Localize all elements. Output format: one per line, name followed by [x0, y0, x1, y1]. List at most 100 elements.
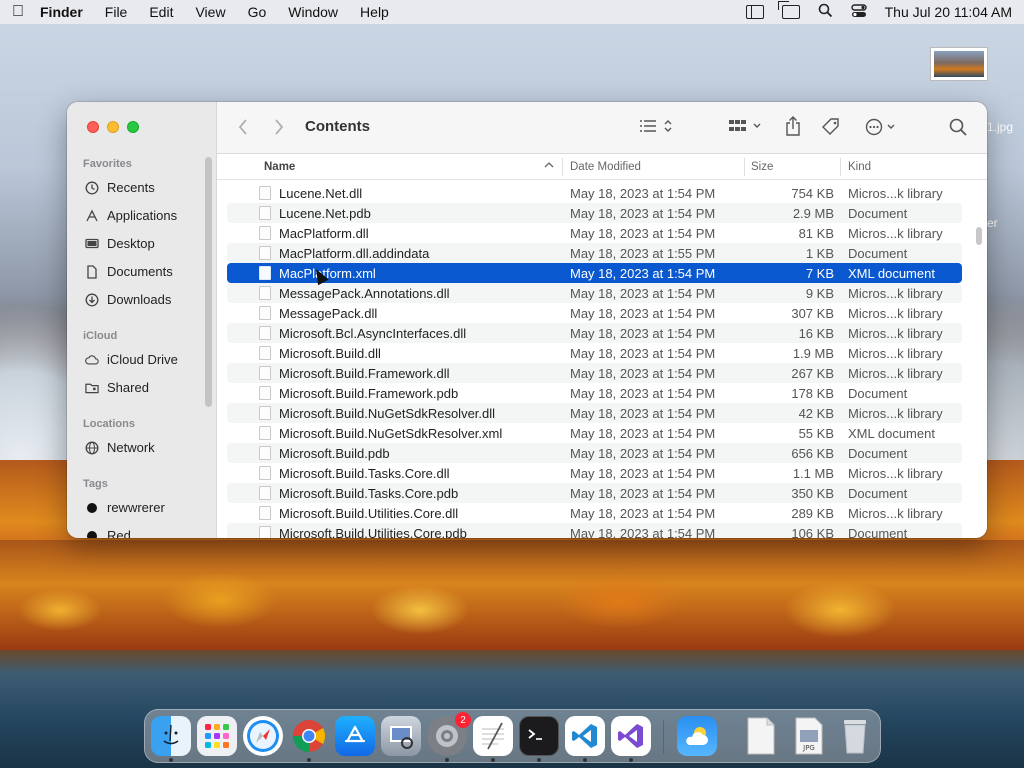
desktop-file-label-2[interactable]: er [987, 216, 998, 230]
apple-menu-icon[interactable]:  [12, 3, 40, 21]
desktop-image-file-icon[interactable] [930, 47, 988, 81]
weather-icon[interactable] [677, 716, 717, 756]
file-icon [259, 486, 271, 500]
zoom-button[interactable] [127, 121, 139, 133]
sort-ascending-icon[interactable] [544, 160, 554, 172]
file-icon [259, 266, 271, 280]
safari-icon[interactable] [243, 716, 283, 756]
chrome-icon[interactable] [289, 716, 329, 756]
file-size: 754 KB [791, 186, 834, 201]
list-scrollbar[interactable] [976, 227, 982, 245]
column-header-kind[interactable]: Kind [848, 161, 871, 173]
sidebar-item-applications[interactable]: Applications [85, 208, 177, 223]
file-row[interactable]: MacPlatform.dll.addindata May 18, 2023 at… [227, 243, 962, 263]
file-row[interactable]: Microsoft.Build.Tasks.Core.pdb May 18, 20… [227, 483, 962, 503]
file-row[interactable]: Microsoft.Build.NuGetSdkResolver.xml May … [227, 423, 962, 443]
sidebar-item-downloads[interactable]: Downloads [85, 292, 171, 307]
file-name: Microsoft.Build.NuGetSdkResolver.dll [279, 406, 496, 421]
stage-manager-icon[interactable] [745, 5, 764, 19]
column-header-date[interactable]: Date Modified [570, 161, 641, 173]
file-icon [259, 466, 271, 480]
app-store-icon[interactable] [335, 716, 375, 756]
spotlight-search-icon[interactable] [818, 3, 833, 21]
share-icon[interactable] [785, 116, 801, 140]
file-name: MacPlatform.dll [279, 226, 369, 241]
visual-studio-icon[interactable] [611, 716, 651, 756]
desktop-file-label[interactable]: 1.jpg [987, 120, 1013, 134]
launchpad-icon[interactable] [197, 716, 237, 756]
file-row[interactable]: Microsoft.Build.Framework.dll May 18, 202… [227, 363, 962, 383]
file-date-modified: May 18, 2023 at 1:54 PM [570, 346, 716, 361]
sidebar-item-tag-red[interactable]: Red [85, 528, 131, 538]
sidebar-item-documents[interactable]: Documents [85, 264, 173, 279]
sidebar-item-recents[interactable]: Recents [85, 180, 155, 195]
more-actions-icon[interactable] [865, 118, 899, 140]
finder-icon[interactable] [151, 716, 191, 756]
sidebar-item-icloud-drive[interactable]: iCloud Drive [85, 352, 178, 367]
back-button[interactable] [237, 118, 249, 142]
file-kind: Document [848, 206, 908, 221]
tag-color-dot-icon [87, 530, 97, 538]
sidebar-item-network[interactable]: Network [85, 440, 155, 455]
sidebar-scrollbar[interactable] [205, 157, 212, 407]
sidebar-item-desktop[interactable]: Desktop [85, 236, 155, 251]
list-header: Name Date Modified Size Kind [217, 154, 987, 180]
desktop-icon [85, 237, 99, 251]
file-row[interactable]: Lucene.Net.dll May 18, 2023 at 1:54 PM 754… [227, 183, 962, 203]
preview-icon[interactable] [381, 716, 421, 756]
column-header-name[interactable]: Name [264, 161, 295, 173]
trash-icon[interactable] [835, 716, 875, 756]
file-icon [259, 186, 271, 200]
file-row[interactable]: MessagePack.Annotations.dll May 18, 2023 … [227, 283, 962, 303]
screen-mirroring-icon[interactable] [777, 1, 800, 19]
column-divider[interactable] [744, 158, 745, 176]
file-row[interactable]: MacPlatform.dll May 18, 2023 at 1:54 PM 81… [227, 223, 962, 243]
sidebar-item-label: Network [107, 440, 155, 455]
list-view-icon[interactable] [639, 118, 675, 138]
group-by-icon[interactable] [728, 118, 764, 138]
column-divider[interactable] [562, 158, 563, 176]
file-row[interactable]: Microsoft.Build.pdb May 18, 2023 at 1:54 … [227, 443, 962, 463]
menu-help[interactable]: Help [360, 4, 389, 20]
file-row[interactable]: MessagePack.dll May 18, 2023 at 1:54 PM 30… [227, 303, 962, 323]
menu-app-name[interactable]: Finder [40, 4, 83, 20]
file-row[interactable]: Microsoft.Build.Utilities.Core.dll May 18… [227, 503, 962, 523]
file-kind: Micros...k library [848, 346, 943, 361]
file-row[interactable]: MacPlatform.xml May 18, 2023 at 1:54 PM 7 … [227, 263, 962, 283]
file-date-modified: May 18, 2023 at 1:54 PM [570, 486, 716, 501]
file-row[interactable]: Microsoft.Build.Framework.pdb May 18, 202… [227, 383, 962, 403]
download-icon [85, 293, 99, 307]
document-icon[interactable] [741, 716, 781, 756]
file-row[interactable]: Microsoft.Build.Utilities.Core.pdb May 18… [227, 523, 962, 538]
file-name: Microsoft.Build.Utilities.Core.dll [279, 506, 459, 521]
file-row[interactable]: Lucene.Net.pdb May 18, 2023 at 1:54 PM 2.9… [227, 203, 962, 223]
sidebar-item-shared[interactable]: Shared [85, 380, 149, 395]
file-date-modified: May 18, 2023 at 1:54 PM [570, 526, 716, 538]
column-divider[interactable] [840, 158, 841, 176]
file-row[interactable]: Microsoft.Build.NuGetSdkResolver.dll May … [227, 403, 962, 423]
close-button[interactable] [87, 121, 99, 133]
search-icon[interactable] [949, 118, 967, 140]
file-size: 307 KB [791, 306, 834, 321]
menu-clock[interactable]: Thu Jul 20 11:04 AM [885, 4, 1012, 20]
textedit-icon[interactable] [473, 716, 513, 756]
sidebar-item-tag-rewwrerer[interactable]: rewwrerer [85, 500, 165, 515]
minimize-button[interactable] [107, 121, 119, 133]
menu-view[interactable]: View [195, 4, 225, 20]
file-row[interactable]: Microsoft.Build.Tasks.Core.dll May 18, 20… [227, 463, 962, 483]
terminal-icon[interactable] [519, 716, 559, 756]
control-center-icon[interactable] [850, 3, 867, 21]
file-row[interactable]: Microsoft.Bcl.AsyncInterfaces.dll May 18,… [227, 323, 962, 343]
column-header-size[interactable]: Size [751, 161, 773, 173]
file-row[interactable]: Microsoft.Build.dll May 18, 2023 at 1:54 … [227, 343, 962, 363]
menu-edit[interactable]: Edit [149, 4, 173, 20]
jpg-file-icon[interactable]: JPG [789, 716, 829, 756]
menu-file[interactable]: File [105, 4, 128, 20]
menu-window[interactable]: Window [288, 4, 338, 20]
tag-icon[interactable] [821, 118, 841, 140]
menu-go[interactable]: Go [248, 4, 267, 20]
vscode-icon[interactable] [565, 716, 605, 756]
system-settings-icon[interactable]: 2 [427, 712, 471, 756]
forward-button[interactable] [273, 118, 285, 142]
file-name: Microsoft.Build.Utilities.Core.pdb [279, 526, 467, 538]
